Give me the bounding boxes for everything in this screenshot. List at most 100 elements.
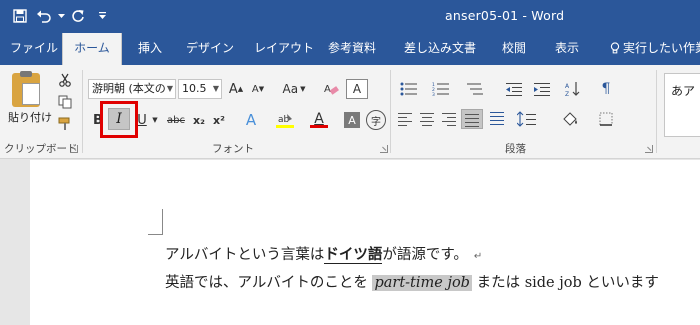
- decrease-indent-icon: [506, 83, 522, 96]
- clear-formatting-button[interactable]: A: [320, 79, 342, 99]
- line-icon: [398, 113, 412, 114]
- tab-references[interactable]: 参考資料: [328, 33, 376, 65]
- line-icon: [442, 121, 456, 122]
- margin-corner-mark: [162, 209, 163, 235]
- text-run: side job: [524, 275, 582, 291]
- numbering-button[interactable]: 123: [428, 79, 454, 99]
- format-painter-button[interactable]: [56, 115, 74, 133]
- style-preview: あア: [671, 84, 696, 98]
- text-run: または: [471, 275, 525, 291]
- justify-button[interactable]: [461, 109, 483, 129]
- group-divider: [656, 70, 657, 153]
- character-border-button[interactable]: A: [346, 79, 368, 99]
- clipboard-group-label: クリップボード: [4, 143, 78, 155]
- line-icon: [422, 125, 432, 126]
- paint-bucket-icon: [563, 112, 577, 126]
- repeat-button[interactable]: [66, 6, 90, 26]
- font-group-label: フォント: [212, 143, 254, 155]
- line-icon: [465, 118, 479, 119]
- underline-dropdown[interactable]: ▼: [150, 110, 160, 130]
- align-center-button[interactable]: [420, 112, 434, 126]
- tell-me-box[interactable]: 実行したい作業: [610, 33, 700, 65]
- line-icon: [420, 113, 434, 114]
- change-case-button[interactable]: Aa ▼: [280, 79, 308, 99]
- paragraph-mark: ↵: [473, 251, 483, 262]
- clipboard-launcher[interactable]: [70, 145, 78, 153]
- quick-access-toolbar: [8, 6, 114, 26]
- repeat-icon: [72, 10, 84, 22]
- subscript-button[interactable]: x₂: [190, 110, 208, 130]
- increase-indent-button[interactable]: [530, 79, 554, 99]
- line-icon: [420, 121, 434, 122]
- svg-text:3: 3: [432, 92, 435, 96]
- bold-text-run: ドイツ語: [324, 247, 383, 264]
- show-hide-marks-button[interactable]: ¶: [594, 79, 618, 99]
- tab-insert[interactable]: 挿入: [138, 33, 162, 65]
- copy-button[interactable]: [56, 93, 74, 111]
- decrease-indent-button[interactable]: [502, 79, 526, 99]
- paragraph-1[interactable]: アルバイトという言葉はドイツ語が語源です。 ↵: [165, 243, 482, 264]
- bullets-button[interactable]: [396, 79, 422, 99]
- tab-mailings[interactable]: 差し込み文書: [404, 33, 476, 65]
- shrink-font-button[interactable]: A ▼: [248, 79, 268, 99]
- text-effects-button[interactable]: A: [240, 110, 262, 130]
- line-icon: [442, 113, 456, 114]
- customize-qat-button[interactable]: [90, 6, 114, 26]
- line-icon: [447, 117, 456, 118]
- multilevel-list-button[interactable]: [460, 79, 490, 99]
- save-button[interactable]: [8, 6, 32, 26]
- margin-corner-mark: [148, 234, 163, 235]
- strikethrough-button[interactable]: abc: [165, 110, 187, 130]
- tab-design[interactable]: デザイン: [186, 33, 234, 65]
- align-left-button[interactable]: [398, 112, 412, 126]
- paragraph-2[interactable]: 英語では、アルバイトのことを part-time job または side jo…: [165, 271, 659, 292]
- paper-icon: [22, 83, 40, 105]
- paste-label: 貼り付け: [8, 111, 52, 124]
- cut-button[interactable]: [56, 71, 74, 89]
- line-icon: [398, 117, 407, 118]
- tab-review[interactable]: 校閲: [502, 33, 526, 65]
- character-shading-button[interactable]: A: [344, 112, 360, 128]
- superscript-button[interactable]: x²: [210, 110, 228, 130]
- align-right-button[interactable]: [442, 112, 456, 126]
- shading-button[interactable]: [556, 109, 586, 129]
- grow-font-button[interactable]: A ▲: [226, 79, 246, 99]
- undo-dropdown[interactable]: [56, 6, 66, 26]
- line-icon: [398, 121, 412, 122]
- enclose-characters-button[interactable]: 字: [366, 110, 386, 130]
- distributed-button[interactable]: [488, 109, 506, 129]
- chevron-down-icon: [57, 13, 65, 18]
- save-icon: [13, 9, 27, 23]
- text-run: アルバイトという言葉は: [165, 247, 325, 263]
- font-name-box[interactable]: 游明朝 (本文の ▼: [88, 79, 176, 99]
- eraser-icon: A: [324, 84, 339, 95]
- group-divider: [390, 70, 391, 153]
- highlight-color-swatch: [276, 125, 294, 128]
- shrink-font-icon: A: [251, 83, 259, 95]
- chevron-down-icon: ▼: [212, 84, 219, 93]
- paste-button[interactable]: 貼り付け: [0, 65, 52, 135]
- borders-button[interactable]: [592, 109, 620, 129]
- undo-button[interactable]: [32, 6, 56, 26]
- styles-gallery[interactable]: あア: [664, 73, 700, 137]
- format-painter-icon: [58, 117, 70, 130]
- tab-home[interactable]: ホーム: [62, 33, 122, 65]
- distributed-icon: [490, 112, 504, 125]
- line-spacing-icon: [517, 111, 536, 127]
- chevron-down-icon: ▼: [166, 84, 173, 93]
- copy-icon: [58, 95, 72, 109]
- font-name-value: 游明朝 (本文の: [92, 82, 166, 95]
- paragraph-launcher[interactable]: [645, 145, 653, 153]
- tab-view[interactable]: 表示: [555, 33, 579, 65]
- selected-italic-text: part-time job: [372, 275, 472, 291]
- font-launcher[interactable]: [380, 145, 388, 153]
- grow-font-icon: A: [228, 81, 238, 97]
- line-icon: [422, 117, 432, 118]
- multilevel-list-icon: [467, 83, 483, 95]
- sort-button[interactable]: AZ: [562, 79, 586, 99]
- tab-layout[interactable]: レイアウト: [254, 33, 314, 65]
- font-size-box[interactable]: 10.5 ▼: [178, 79, 222, 99]
- tab-file[interactable]: ファイル: [10, 33, 58, 65]
- svg-text:A: A: [324, 84, 331, 95]
- line-spacing-button[interactable]: [512, 109, 542, 129]
